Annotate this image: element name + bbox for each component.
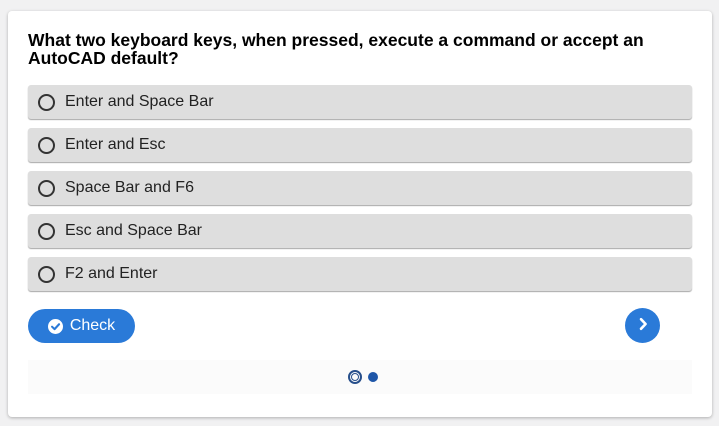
answer-options: Enter and Space Bar Enter and Esc Space …	[28, 85, 692, 300]
radio-button[interactable]	[38, 179, 55, 197]
page-dot[interactable]	[368, 372, 378, 382]
answer-option[interactable]: Enter and Esc	[28, 128, 692, 162]
quiz-card: What two keyboard keys, when pressed, ex…	[8, 11, 712, 417]
answer-option-label: Enter and Space Bar	[65, 93, 214, 110]
answer-option[interactable]: Space Bar and F6	[28, 171, 692, 205]
radio-button[interactable]	[38, 222, 55, 240]
answer-option[interactable]: F2 and Enter	[28, 257, 692, 291]
check-circle-icon	[47, 318, 63, 334]
chevron-right-icon	[635, 316, 651, 335]
page-dot-current-inner	[351, 373, 359, 381]
next-button[interactable]	[625, 308, 660, 343]
pagination	[28, 360, 692, 394]
page-dot-current[interactable]	[348, 370, 362, 384]
answer-option[interactable]: Esc and Space Bar	[28, 214, 692, 248]
check-button-label: Check	[69, 317, 116, 334]
answer-option[interactable]: Enter and Space Bar	[28, 85, 692, 119]
answer-option-label: Esc and Space Bar	[65, 222, 202, 239]
answer-option-label: Enter and Esc	[65, 136, 166, 153]
answer-option-label: F2 and Enter	[65, 265, 158, 282]
check-button[interactable]: Check	[28, 309, 135, 343]
question-text: What two keyboard keys, when pressed, ex…	[28, 30, 644, 68]
answer-option-label: Space Bar and F6	[65, 179, 194, 196]
radio-button[interactable]	[38, 136, 55, 154]
radio-button[interactable]	[38, 93, 55, 111]
radio-button[interactable]	[38, 265, 55, 283]
